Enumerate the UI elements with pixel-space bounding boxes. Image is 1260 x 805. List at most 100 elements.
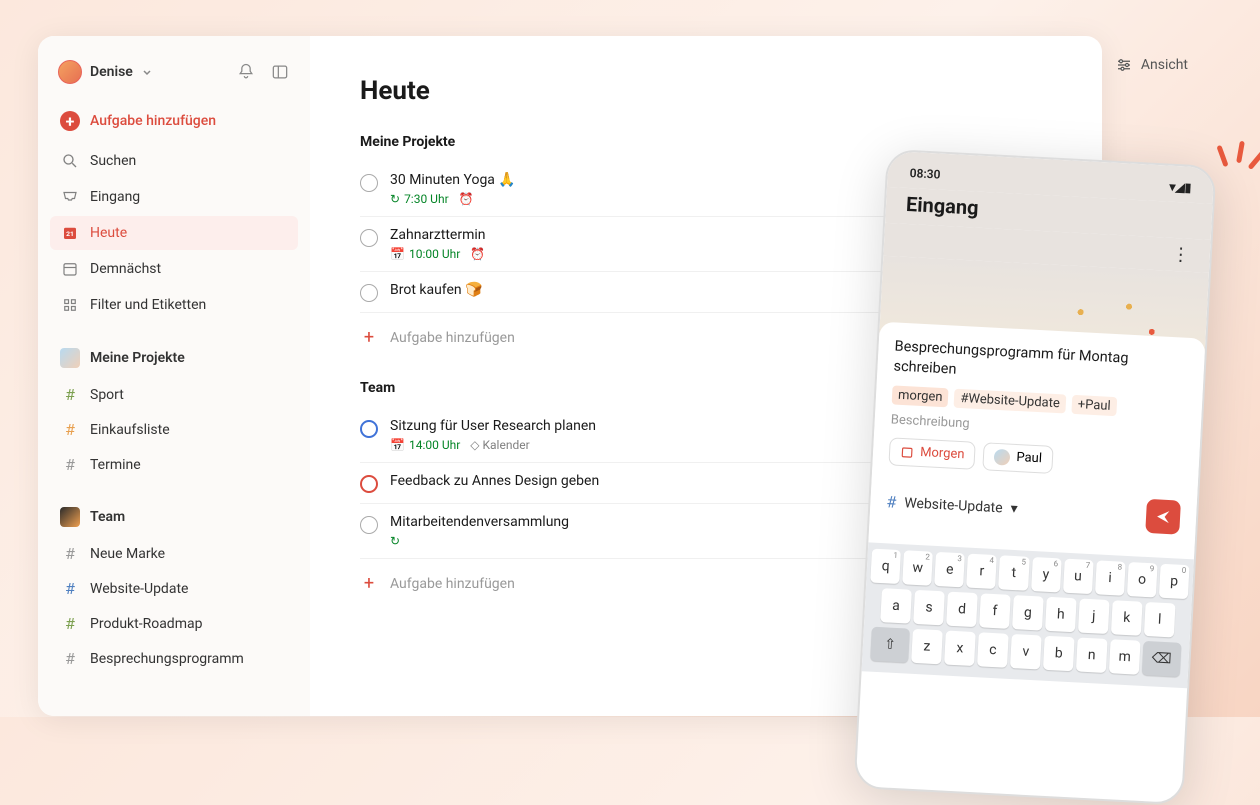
key[interactable]: i8 (1095, 560, 1126, 595)
hash-icon: # (886, 492, 897, 511)
chevron-down-icon: ▾ (1010, 500, 1018, 516)
key[interactable]: e3 (934, 552, 965, 587)
key[interactable]: y6 (1031, 557, 1062, 592)
panel-icon[interactable] (270, 62, 290, 82)
sidebar: Denise + Aufgabe hinzufügen Suchen Einga… (38, 36, 310, 716)
task-checkbox[interactable] (360, 420, 378, 438)
send-icon (1154, 507, 1173, 526)
section-label: Team (90, 509, 125, 525)
key[interactable]: p0 (1159, 563, 1190, 598)
chip-project[interactable]: #Website-Update (954, 388, 1066, 413)
phone-task-card: Besprechungsprogramm für Montag schreibe… (869, 322, 1206, 555)
project-neue-marke[interactable]: #Neue Marke (50, 537, 298, 570)
project-sport[interactable]: #Sport (50, 378, 298, 411)
pill-assignee[interactable]: Paul (983, 442, 1054, 474)
key[interactable]: m (1109, 639, 1141, 675)
key[interactable]: d (946, 591, 978, 627)
key[interactable]: q1 (870, 548, 901, 583)
task-checkbox[interactable] (360, 475, 378, 493)
key[interactable]: k (1111, 600, 1143, 636)
send-button[interactable] (1145, 498, 1181, 534)
task-checkbox[interactable] (360, 516, 378, 534)
task-checkbox[interactable] (360, 174, 378, 192)
key[interactable]: v (1010, 634, 1042, 670)
section-team[interactable]: Team (50, 499, 298, 535)
phone-mockup: 08:30 ▾◢▮ Eingang ⋮ Besprechungsprogramm… (853, 149, 1216, 805)
key[interactable]: r4 (966, 553, 997, 588)
project-einkaufsliste[interactable]: # Einkaufsliste (50, 413, 298, 446)
key[interactable]: g (1012, 595, 1044, 631)
key[interactable]: n (1076, 637, 1108, 673)
project-label: Besprechungsprogramm (90, 651, 244, 667)
project-label: Website-Update (90, 581, 188, 597)
key[interactable]: a (880, 588, 912, 624)
group-title: Meine Projekte (360, 134, 1052, 150)
project-label: Einkaufsliste (90, 422, 170, 438)
key[interactable]: u7 (1063, 558, 1094, 593)
hash-icon: # (60, 649, 80, 668)
view-button[interactable]: Ansicht (1115, 56, 1188, 74)
status-icons: ▾◢▮ (1169, 180, 1192, 195)
chip-morgen[interactable]: morgen (892, 385, 949, 407)
hash-icon: # (60, 544, 80, 563)
project-termine[interactable]: #Termine (50, 448, 298, 481)
key[interactable]: t5 (999, 555, 1030, 590)
chip-paul[interactable]: +Paul (1071, 394, 1117, 415)
date-icon: 📅 10:00 Uhr (390, 247, 460, 261)
nav-label: Demnächst (90, 261, 161, 277)
alarm-icon: ⏰ (459, 192, 474, 206)
date-icon: 📅 14:00 Uhr (390, 438, 460, 452)
nav-label: Eingang (90, 189, 140, 205)
key[interactable]: c (977, 632, 1009, 668)
plus-icon: + (60, 111, 80, 131)
section-my-projects[interactable]: Meine Projekte (50, 340, 298, 376)
key[interactable]: s (913, 589, 945, 625)
project-produkt-roadmap[interactable]: #Produkt-Roadmap (50, 607, 298, 640)
phone-project-selector[interactable]: # Website-Update ▾ (886, 492, 1018, 518)
section-label: Meine Projekte (90, 350, 185, 366)
key[interactable]: b (1043, 635, 1075, 671)
backspace-key[interactable]: ⌫ (1142, 641, 1182, 677)
key[interactable]: j (1078, 598, 1110, 634)
bell-icon[interactable] (236, 62, 256, 82)
key[interactable]: f (979, 593, 1011, 629)
nav-filters[interactable]: Filter und Etiketten (50, 288, 298, 322)
project-website-update[interactable]: #Website-Update (50, 572, 298, 605)
user-menu[interactable]: Denise (58, 60, 153, 84)
shift-key[interactable]: ⇧ (870, 626, 910, 662)
hash-icon: # (60, 420, 80, 439)
add-task-button[interactable]: + Aufgabe hinzufügen (50, 104, 298, 138)
username: Denise (90, 64, 133, 80)
calendar-icon (60, 259, 80, 279)
task-checkbox[interactable] (360, 284, 378, 302)
sliders-icon (1115, 56, 1133, 74)
view-label: Ansicht (1141, 57, 1188, 73)
plus-icon: + (360, 573, 378, 594)
workspace-avatar (60, 348, 80, 368)
recurring-icon: ↻ (390, 534, 400, 548)
workspace-avatar (60, 507, 80, 527)
grid-icon (60, 295, 80, 315)
keyboard: q1w2e3r4t5y6u7i8o9p0 asdfghjkl ⇧zxcvbnm⌫ (862, 542, 1194, 688)
task-checkbox[interactable] (360, 229, 378, 247)
nav-today[interactable]: 21 Heute (50, 216, 298, 250)
pill-date[interactable]: Morgen (888, 437, 976, 469)
nav-upcoming[interactable]: Demnächst (50, 252, 298, 286)
calendar-label: ◇ Kalender (470, 438, 529, 452)
key[interactable]: h (1045, 596, 1077, 632)
key[interactable]: w2 (902, 550, 933, 585)
phone-time: 08:30 (909, 166, 940, 182)
hash-icon: # (60, 385, 80, 404)
chevron-down-icon (141, 66, 153, 78)
key[interactable]: l (1144, 602, 1176, 638)
avatar (58, 60, 82, 84)
page-title: Heute (360, 76, 1052, 106)
project-besprechungsprogramm[interactable]: # Besprechungsprogramm (50, 642, 298, 675)
avatar-icon (994, 448, 1011, 465)
nav-inbox[interactable]: Eingang (50, 180, 298, 214)
nav-search[interactable]: Suchen (50, 144, 298, 178)
key[interactable]: o9 (1127, 562, 1158, 597)
key[interactable]: x (944, 630, 976, 666)
key[interactable]: z (911, 628, 943, 664)
search-icon (60, 151, 80, 171)
